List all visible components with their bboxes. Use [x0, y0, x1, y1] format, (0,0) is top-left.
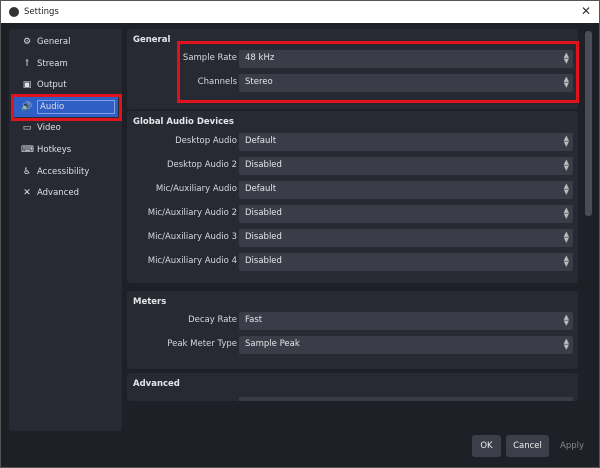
desktop-audio-2-label: Desktop Audio 2 [166, 160, 237, 170]
sidebar-item-video[interactable]: ▭ Video [13, 118, 118, 138]
highlight-audio [11, 94, 122, 121]
row-mic-auxiliary-audio: Mic/Auxiliary Audio Default ▲ ▼ [127, 181, 578, 199]
sidebar-item-hotkeys[interactable]: ⌨ Hotkeys [13, 140, 118, 160]
updown-chevron-icon: ▲ ▼ [563, 206, 569, 220]
sidebar-item-label: Video [37, 123, 61, 134]
cancel-button[interactable]: Cancel [506, 435, 549, 457]
updown-chevron-icon: ▲ ▼ [563, 158, 569, 172]
mic-auxiliary-audio-label: Mic/Auxiliary Audio [155, 184, 237, 194]
keyboard-icon: ⌨ [21, 145, 34, 155]
row-mic-auxiliary-audio-2: Mic/Auxiliary Audio 2 Disabled ▲ ▼ [127, 205, 578, 223]
decay-rate-select[interactable]: Fast ▲ ▼ [239, 312, 573, 330]
selected-value: Default [245, 184, 277, 194]
section-title: Meters [133, 297, 167, 307]
selected-value: Sample Peak [245, 339, 300, 349]
row-decay-rate: Decay Rate Fast ▲ ▼ [127, 312, 578, 330]
peak-meter-type-label: Peak Meter Type [167, 339, 237, 349]
selected-value: Disabled [245, 232, 282, 242]
row-desktop-audio: Desktop Audio Default ▲ ▼ [127, 133, 578, 151]
mic-auxiliary-audio-2-label: Mic/Auxiliary Audio 2 [147, 208, 237, 218]
updown-chevron-icon: ▲ ▼ [563, 254, 569, 268]
obs-logo-icon [9, 7, 19, 17]
section-title: General [133, 35, 171, 45]
mic-auxiliary-audio-3-select[interactable]: Disabled ▲ ▼ [239, 229, 573, 247]
advanced-combo[interactable] [239, 397, 573, 401]
sidebar-item-label: Output [37, 80, 67, 91]
desktop-audio-label: Desktop Audio [175, 136, 237, 146]
window-title: Settings [24, 7, 59, 17]
sidebar-item-accessibility[interactable]: ♿ Accessibility [13, 162, 118, 182]
desktop-audio-2-select[interactable]: Disabled ▲ ▼ [239, 157, 573, 175]
sidebar-item-label: General [37, 37, 71, 47]
mic-auxiliary-audio-3-label: Mic/Auxiliary Audio 3 [147, 232, 237, 242]
section-meters: Meters Decay Rate Fast ▲ ▼ Peak Meter Type Sa… [127, 291, 578, 369]
row-desktop-audio-2: Desktop Audio 2 Disabled ▲ ▼ [127, 157, 578, 175]
row-peak-meter-type: Peak Meter Type Sample Peak ▲ ▼ [127, 336, 578, 354]
updown-chevron-icon: ▲ ▼ [563, 230, 569, 244]
section-title: Advanced [133, 379, 180, 389]
settings-window: Settings ✕ ⚙ General ꝉ Stream ▣ Output 🔊 Audio ▭… [0, 0, 600, 468]
mic-auxiliary-audio-2-select[interactable]: Disabled ▲ ▼ [239, 205, 573, 223]
sidebar-item-label: Hotkeys [37, 145, 72, 155]
sidebar-item-label: Advanced [37, 188, 79, 199]
sidebar-item-advanced[interactable]: ✕ Advanced [13, 183, 118, 203]
selected-value: Disabled [245, 256, 282, 266]
sidebar-item-stream[interactable]: ꝉ Stream [13, 54, 118, 74]
updown-chevron-icon: ▲ ▼ [563, 134, 569, 148]
selected-value: Default [245, 136, 277, 146]
row-mic-auxiliary-audio-4: Mic/Auxiliary Audio 4 Disabled ▲ ▼ [127, 253, 578, 271]
mic-auxiliary-audio-4-select[interactable]: Disabled ▲ ▼ [239, 253, 573, 271]
scrollbar-thumb[interactable] [585, 31, 592, 216]
selected-value: Disabled [245, 160, 282, 170]
updown-chevron-icon: ▲ ▼ [563, 313, 569, 327]
sidebar: ⚙ General ꝉ Stream ▣ Output 🔊 Audio ▭ Video ⌨ Hotke… [9, 29, 122, 431]
title-bar: Settings ✕ [1, 1, 599, 23]
tools-icon: ✕ [23, 188, 31, 199]
decay-rate-label: Decay Rate [188, 315, 237, 325]
gear-icon: ⚙ [22, 37, 32, 47]
output-icon: ▣ [22, 80, 32, 91]
section-advanced: Advanced [127, 373, 578, 401]
updown-chevron-icon: ▲ ▼ [563, 337, 569, 351]
section-global-audio-devices: Global Audio Devices Desktop Audio Defaul… [127, 111, 578, 283]
apply-button[interactable]: Apply [555, 435, 589, 457]
desktop-audio-select[interactable]: Default ▲ ▼ [239, 133, 573, 151]
sidebar-item-label: Stream [37, 58, 68, 69]
ok-button[interactable]: OK [472, 435, 501, 457]
mic-auxiliary-audio-select[interactable]: Default ▲ ▼ [239, 181, 573, 199]
updown-chevron-icon: ▲ ▼ [563, 182, 569, 196]
accessibility-icon: ♿ [22, 166, 32, 177]
highlight-general [177, 41, 579, 103]
close-icon[interactable]: ✕ [581, 4, 591, 18]
antenna-icon: ꝉ [25, 58, 29, 69]
selected-value: Fast [245, 315, 263, 325]
section-title: Global Audio Devices [133, 117, 234, 127]
peak-meter-type-select[interactable]: Sample Peak ▲ ▼ [239, 336, 573, 354]
mic-auxiliary-audio-4-label: Mic/Auxiliary Audio 4 [147, 256, 237, 266]
sidebar-item-label: Accessibility [37, 166, 90, 177]
sidebar-item-output[interactable]: ▣ Output [13, 75, 118, 95]
monitor-icon: ▭ [22, 123, 32, 134]
row-mic-auxiliary-audio-3: Mic/Auxiliary Audio 3 Disabled ▲ ▼ [127, 229, 578, 247]
scrollbar[interactable] [584, 29, 594, 401]
selected-value: Disabled [245, 208, 282, 218]
sidebar-item-general[interactable]: ⚙ General [13, 32, 118, 52]
